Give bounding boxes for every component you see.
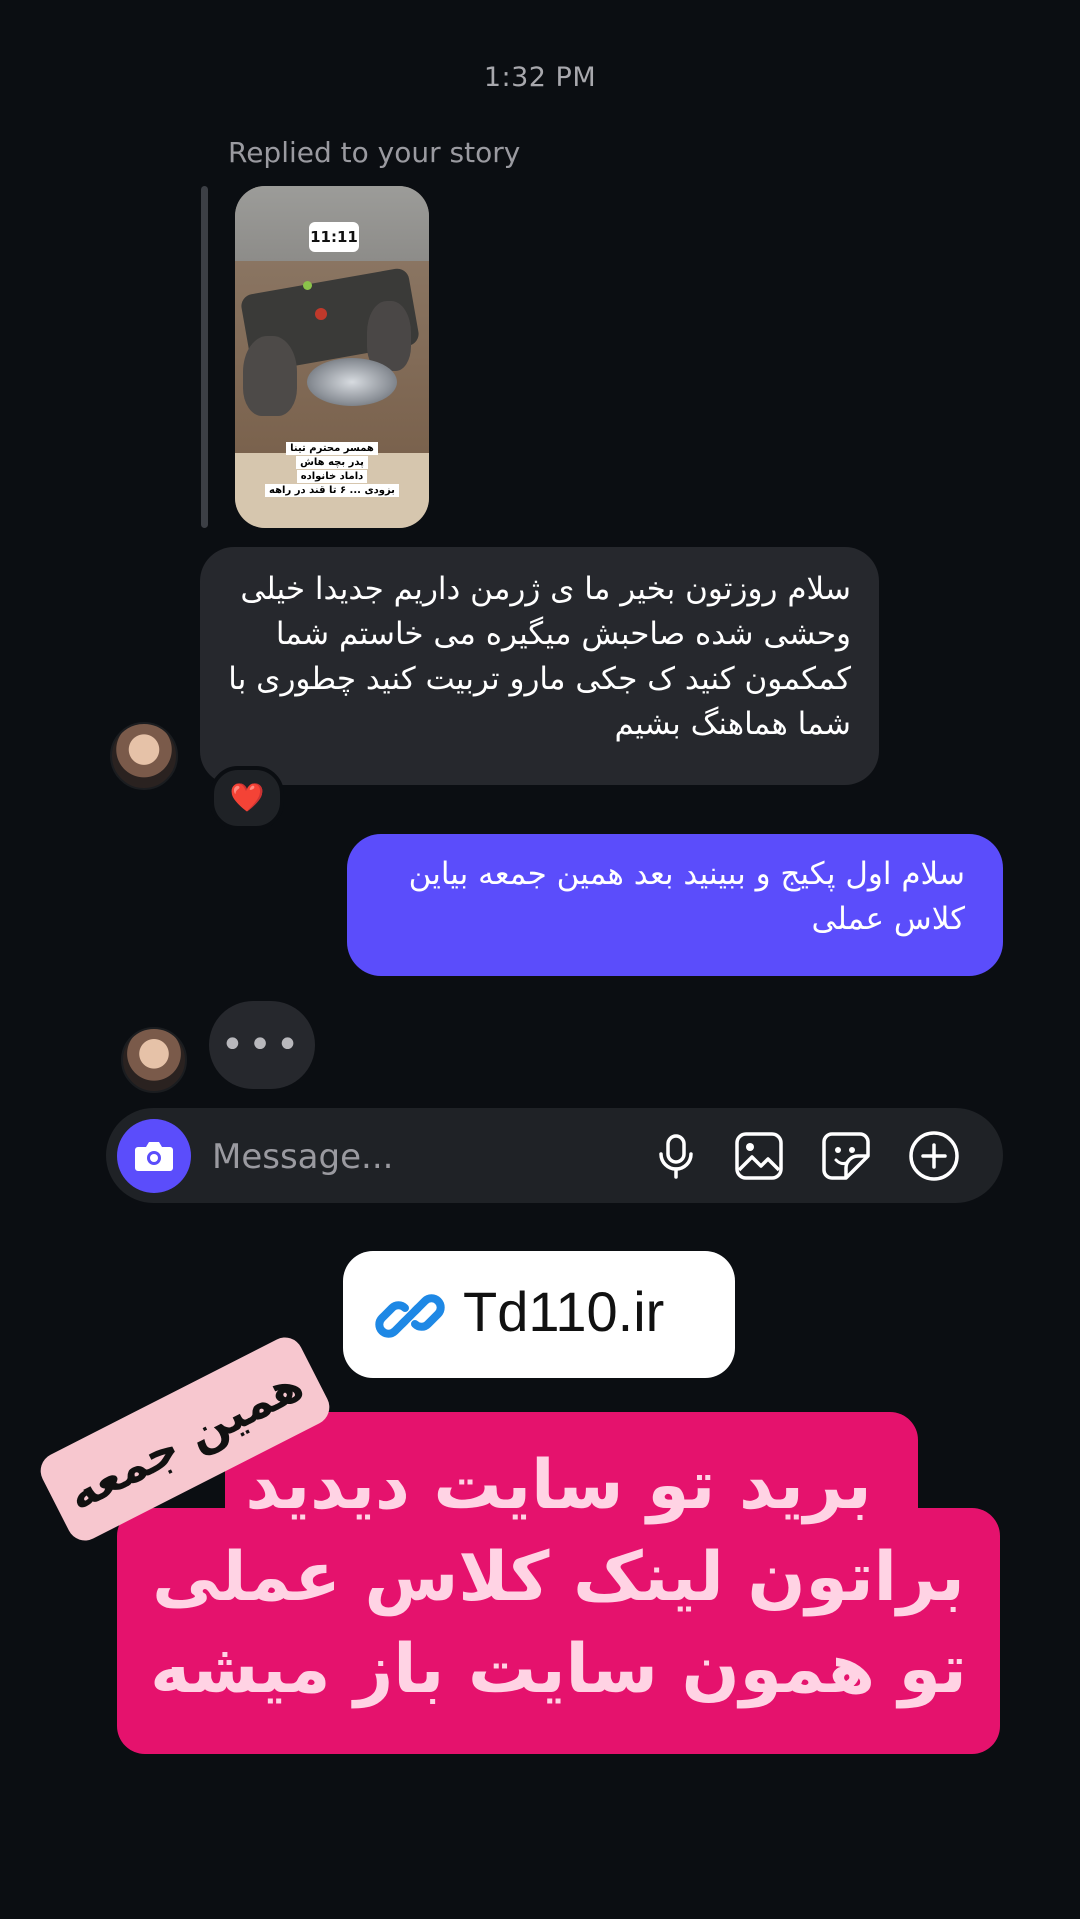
- sender-avatar[interactable]: [110, 722, 178, 790]
- heart-reaction[interactable]: ❤️: [210, 766, 284, 830]
- sender-avatar-typing[interactable]: [121, 1027, 187, 1093]
- link-icon: [375, 1294, 445, 1338]
- story-reply-label: Replied to your story: [228, 136, 521, 169]
- gallery-button[interactable]: [731, 1128, 787, 1184]
- microphone-icon: [659, 1134, 693, 1179]
- sticker-button[interactable]: [818, 1128, 874, 1184]
- story-thumbnail[interactable]: 11:11 همسر محترم تینا پدر بچه هاش داماد …: [235, 186, 429, 528]
- gallery-icon: [735, 1132, 783, 1180]
- story-caption-line: داماد خانواده: [296, 470, 368, 483]
- link-url-text: Td110.ir: [463, 1280, 665, 1343]
- story-caption-line: بزودی ... ۶ تا قند در راهه: [265, 484, 399, 497]
- story-caption-line: همسر محترم تینا: [286, 442, 378, 455]
- camera-button[interactable]: [117, 1119, 191, 1193]
- incoming-message-bubble[interactable]: سلام روزتون بخیر ما ی ژرمن داریم جدیدا خ…: [200, 547, 879, 785]
- story-ball: [315, 308, 327, 320]
- plus-circle-icon: [909, 1131, 959, 1181]
- story-caption: همسر محترم تینا پدر بچه هاش داماد خانواد…: [245, 442, 419, 498]
- highlight-text: برید تو سایت دیدید براتون لینک کلاس عملی…: [117, 1440, 1000, 1716]
- reply-indicator-bar: [201, 186, 208, 528]
- sticker-icon: [822, 1132, 870, 1180]
- story-caption-line: پدر بچه هاش: [296, 456, 368, 469]
- outgoing-message-bubble[interactable]: سلام اول پکیج و ببینید بعد همین جمعه بیا…: [347, 834, 1003, 976]
- story-toy: [303, 281, 312, 290]
- microphone-button[interactable]: [648, 1128, 704, 1184]
- highlight-line: براتون لینک کلاس عملی: [152, 1538, 965, 1617]
- typing-indicator: •••: [209, 1001, 315, 1089]
- more-options-button[interactable]: [906, 1128, 962, 1184]
- message-timestamp: 1:32 PM: [483, 62, 597, 93]
- camera-icon: [135, 1142, 173, 1171]
- highlight-line: تو همون سایت باز میشه: [150, 1630, 967, 1709]
- story-cat-left: [243, 336, 297, 416]
- story-bowl: [307, 358, 397, 406]
- message-input[interactable]: [210, 1128, 614, 1186]
- link-sticker[interactable]: Td110.ir: [343, 1251, 735, 1378]
- story-clock-sticker: 11:11: [309, 222, 359, 252]
